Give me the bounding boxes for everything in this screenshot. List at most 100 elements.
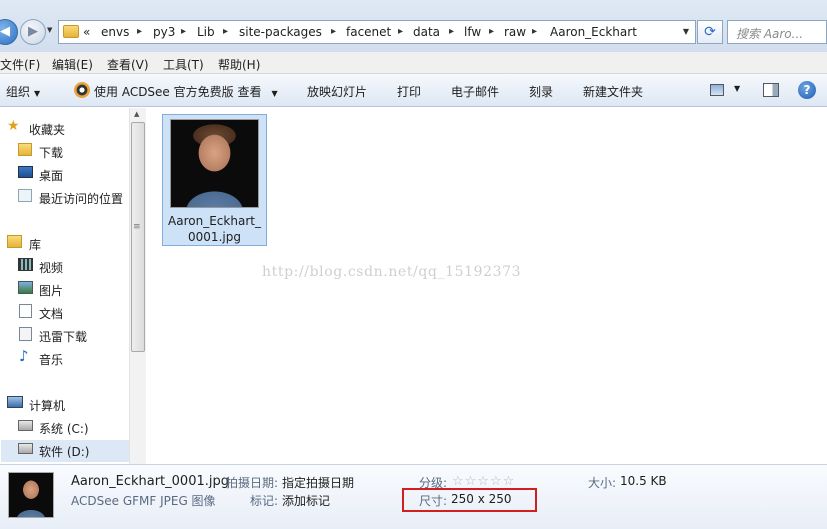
forward-button[interactable]: ▶	[20, 19, 46, 45]
address-bar[interactable]: « envs ▸ py3 ▸ Lib ▸ site-packages ▸ fac…	[58, 20, 696, 44]
breadcrumb-separator-icon[interactable]: ▸	[532, 26, 537, 37]
detail-file-type: ACDSee GFMF JPEG 图像	[71, 494, 216, 508]
recent-places-icon	[18, 189, 32, 202]
breadcrumb-item-site-packages[interactable]: site-packages	[239, 25, 322, 39]
drive-d-icon	[18, 443, 33, 454]
videos-icon	[18, 258, 33, 271]
sidebar-item-favorites[interactable]: 收藏夹	[29, 121, 65, 138]
chevron-down-icon: ▼	[271, 89, 278, 98]
breadcrumb-item-lfw[interactable]: lfw	[464, 25, 481, 39]
preview-pane-icon[interactable]	[763, 83, 779, 97]
navigation-pane: ★ 收藏夹 下载 桌面 最近访问的位置 库 视频 图片 文档 迅雷下载 ♪ 音乐…	[0, 108, 146, 464]
download-folder-icon	[18, 143, 32, 156]
sidebar-item-desktop[interactable]: 桌面	[39, 167, 63, 184]
refresh-icon: ⟳	[704, 24, 716, 40]
tags-label: 标记:	[250, 494, 279, 508]
menu-tools[interactable]: 工具(T)	[163, 56, 204, 73]
burn-button[interactable]: 刻录	[529, 83, 553, 100]
pictures-icon	[18, 281, 33, 294]
sidebar-item-videos[interactable]: 视频	[39, 259, 63, 276]
detail-thumbnail	[8, 472, 54, 518]
breadcrumb-separator-icon[interactable]: ▸	[223, 26, 228, 37]
sidebar-item-recent[interactable]: 最近访问的位置	[39, 190, 123, 207]
star-icon: ★	[7, 118, 20, 134]
date-taken-label: 拍摄日期:	[226, 476, 279, 490]
desktop-icon	[18, 166, 33, 178]
sidebar-item-pictures[interactable]: 图片	[39, 282, 63, 299]
email-button[interactable]: 电子邮件	[451, 83, 499, 100]
breadcrumb-item-raw[interactable]: raw	[504, 25, 526, 39]
open-with-acdsee-label: 使用 ACDSee 官方免费版 查看	[94, 85, 262, 99]
sidebar-item-drive-c[interactable]: 系统 (C:)	[39, 420, 89, 437]
refresh-button[interactable]: ⟳	[697, 20, 723, 44]
rating-stars[interactable]: ☆☆☆☆☆	[452, 474, 515, 489]
sidebar-item-music[interactable]: 音乐	[39, 351, 63, 368]
breadcrumb-item-data[interactable]: data	[413, 25, 440, 39]
command-toolbar: 组织 ▼ 使用 ACDSee 官方免费版 查看 ▼ 放映幻灯片 打印 电子邮件 刻录…	[0, 74, 827, 107]
recent-pages-dropdown-icon[interactable]: ▼	[47, 26, 52, 34]
scrollbar-thumb[interactable]	[131, 122, 145, 352]
detail-file-name: Aaron_Eckhart_0001.jpg	[71, 474, 229, 489]
library-icon	[7, 235, 22, 248]
menu-help[interactable]: 帮助(H)	[218, 56, 260, 73]
breadcrumb-item-aaron-eckhart[interactable]: Aaron_Eckhart	[550, 25, 637, 39]
sidebar-item-download[interactable]: 下载	[39, 144, 63, 161]
help-icon[interactable]: ?	[798, 81, 816, 99]
breadcrumb-overflow[interactable]: «	[83, 25, 90, 39]
breadcrumb-separator-icon[interactable]: ▸	[137, 26, 142, 37]
organize-button[interactable]: 组织 ▼	[6, 83, 40, 100]
blog-watermark: http://blog.csdn.net/qq_15192373	[262, 264, 522, 280]
organize-label: 组织	[6, 85, 31, 99]
breadcrumb-separator-icon[interactable]: ▸	[398, 26, 403, 37]
breadcrumb-separator-icon[interactable]: ▸	[181, 26, 186, 37]
menu-view[interactable]: 查看(V)	[107, 56, 149, 73]
view-options-chevron-icon[interactable]: ▼	[734, 84, 740, 93]
sidebar-item-documents[interactable]: 文档	[39, 305, 63, 322]
search-input[interactable]: 搜索 Aaro...	[727, 20, 827, 44]
sidebar-item-libraries[interactable]: 库	[29, 236, 41, 253]
details-pane: Aaron_Eckhart_0001.jpg ACDSee GFMF JPEG …	[0, 464, 827, 529]
scrollbar-grip-icon: ≡	[133, 222, 141, 232]
thunder-download-icon	[19, 327, 32, 341]
size-value: 10.5 KB	[620, 474, 667, 488]
file-list-pane: Aaron_Eckhart_ 0001.jpg http://blog.csdn…	[146, 108, 827, 464]
scroll-up-icon[interactable]: ▲	[134, 110, 139, 118]
sidebar-item-computer[interactable]: 计算机	[29, 397, 65, 414]
sidebar-item-thunder-download[interactable]: 迅雷下载	[39, 328, 87, 345]
computer-icon	[7, 396, 23, 408]
menu-file[interactable]: 文件(F)	[0, 56, 40, 73]
file-name-line-1: Aaron_Eckhart_	[168, 214, 261, 228]
breadcrumb-item-lib[interactable]: Lib	[197, 25, 215, 39]
size-label: 大小:	[588, 476, 617, 490]
print-button[interactable]: 打印	[397, 83, 421, 100]
menu-edit[interactable]: 编辑(E)	[52, 56, 93, 73]
music-note-icon: ♪	[19, 347, 29, 365]
breadcrumb-item-facenet[interactable]: facenet	[346, 25, 391, 39]
file-name-line-2: 0001.jpg	[188, 230, 241, 244]
breadcrumb-separator-icon[interactable]: ▸	[449, 26, 454, 37]
breadcrumb-separator-icon[interactable]: ▸	[331, 26, 336, 37]
breadcrumb-item-envs[interactable]: envs	[101, 25, 129, 39]
change-view-icon[interactable]	[710, 84, 724, 96]
address-dropdown-icon[interactable]: ▼	[683, 27, 689, 36]
open-with-acdsee-button[interactable]: 使用 ACDSee 官方免费版 查看 ▼	[94, 83, 278, 100]
back-button[interactable]: ◀	[0, 19, 18, 45]
sidebar-item-drive-d[interactable]: 软件 (D:)	[39, 443, 89, 460]
file-name-label: Aaron_Eckhart_ 0001.jpg	[163, 213, 266, 245]
sidebar-scrollbar[interactable]: ▲ ≡	[129, 108, 146, 464]
menu-bar: 文件(F) 编辑(E) 查看(V) 工具(T) 帮助(H)	[0, 52, 827, 74]
breadcrumb-separator-icon[interactable]: ▸	[489, 26, 494, 37]
file-item-aaron-eckhart-0001[interactable]: Aaron_Eckhart_ 0001.jpg	[162, 114, 267, 246]
documents-icon	[19, 304, 32, 318]
acdsee-eye-icon	[74, 82, 90, 98]
drive-c-icon	[18, 420, 33, 431]
new-folder-button[interactable]: 新建文件夹	[583, 83, 643, 100]
folder-icon	[63, 25, 79, 38]
breadcrumb-item-py3[interactable]: py3	[153, 25, 175, 39]
dimensions-highlight-box	[402, 488, 537, 512]
tags-value[interactable]: 添加标记	[282, 492, 330, 509]
image-thumbnail	[170, 119, 259, 208]
date-taken-value[interactable]: 指定拍摄日期	[282, 474, 354, 491]
chevron-down-icon: ▼	[34, 89, 41, 98]
slideshow-button[interactable]: 放映幻灯片	[307, 83, 367, 100]
